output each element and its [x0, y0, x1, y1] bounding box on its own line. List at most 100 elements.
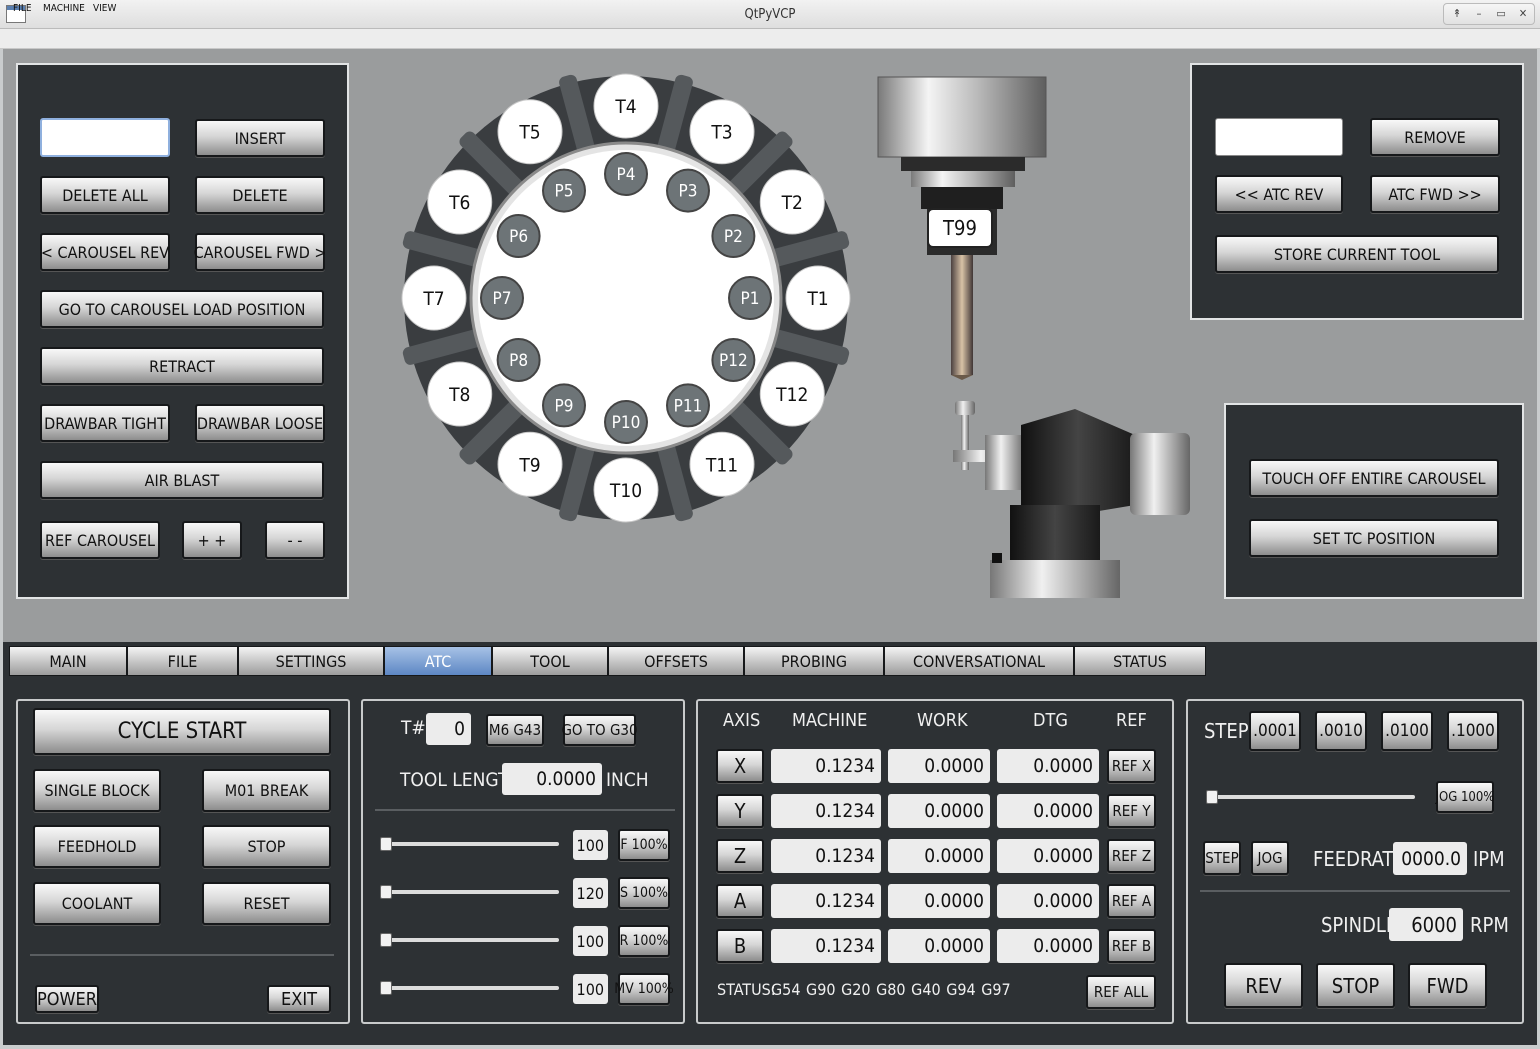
tab-atc[interactable]: ATC: [384, 646, 492, 676]
max-velocity-track[interactable]: [385, 986, 559, 990]
retract-button[interactable]: RETRACT: [40, 347, 324, 385]
work-pos-b: 0.0000: [888, 929, 990, 963]
axis-b-button[interactable]: B: [716, 929, 764, 963]
axis-z-button[interactable]: Z: [716, 839, 764, 873]
feed-override-slider[interactable]: [380, 837, 392, 851]
ref-x-button[interactable]: REF X: [1107, 749, 1156, 783]
spindle-override-track[interactable]: [385, 890, 559, 894]
carousel-tool-label: T8: [448, 384, 470, 406]
carousel-tool-label: T5: [518, 122, 540, 144]
delete-all-button[interactable]: DELETE ALL: [40, 176, 170, 214]
insert-button[interactable]: INSERT: [195, 119, 325, 157]
carousel-plus-button[interactable]: + +: [182, 521, 242, 559]
feedrate-input[interactable]: 0000.0: [1393, 842, 1467, 875]
menu-file[interactable]: FILE: [13, 3, 32, 14]
m6-g43-button[interactable]: M6 G43: [486, 714, 544, 746]
step-0010-button[interactable]: .0010: [1315, 711, 1367, 751]
max-velocity-slider[interactable]: [380, 981, 392, 995]
tool-number-label: T#: [401, 717, 426, 739]
tab-offsets[interactable]: OFFSETS: [608, 646, 744, 676]
rapid-override-track[interactable]: [385, 938, 559, 942]
minimize-icon[interactable]: –: [1471, 6, 1487, 22]
tab-probing[interactable]: PROBING: [744, 646, 884, 676]
machine-pos-y: 0.1234: [771, 794, 881, 828]
jog-100-button[interactable]: JOG 100%: [1436, 781, 1494, 813]
menu-view[interactable]: VIEW: [93, 3, 116, 14]
machine-pos-x: 0.1234: [771, 749, 881, 783]
axis-x-button[interactable]: X: [716, 749, 764, 783]
carousel-tool-label: T2: [781, 192, 803, 214]
max-velocity-reset-button[interactable]: MV 100%: [614, 973, 674, 1005]
tool-number-input[interactable]: 0: [426, 713, 471, 745]
touch-off-carousel-button[interactable]: TOUCH OFF ENTIRE CAROUSEL: [1249, 459, 1499, 497]
delete-button[interactable]: DELETE: [195, 176, 325, 214]
status-label: STATUS:: [717, 980, 776, 999]
step-mode-button[interactable]: STEP: [1203, 841, 1241, 875]
feed-override-reset-button[interactable]: F 100%: [618, 829, 670, 861]
carousel-tool-label: T1: [806, 288, 828, 310]
spindle-stop-button[interactable]: STOP: [1316, 963, 1395, 1008]
spindle-rev-button[interactable]: REV: [1224, 963, 1303, 1008]
ref-y-button[interactable]: REF Y: [1107, 794, 1156, 828]
power-button[interactable]: POWER: [35, 985, 99, 1013]
spindle-override-reset-button[interactable]: S 100%: [618, 877, 670, 909]
single-block-button[interactable]: SINGLE BLOCK: [33, 769, 161, 812]
tab-settings[interactable]: SETTINGS: [238, 646, 384, 676]
ref-a-button[interactable]: REF A: [1107, 884, 1156, 918]
feedrate-unit: IPM: [1473, 847, 1505, 871]
tab-file[interactable]: FILE: [127, 646, 238, 676]
dtg-b: 0.0000: [997, 929, 1099, 963]
step-0001-button[interactable]: .0001: [1249, 711, 1301, 751]
store-current-tool-button[interactable]: STORE CURRENT TOOL: [1215, 235, 1499, 273]
set-tc-position-button[interactable]: SET TC POSITION: [1249, 519, 1499, 557]
dro-header-ref: REF: [1116, 710, 1147, 731]
atc-fwd-button[interactable]: ATC FWD >>: [1370, 175, 1500, 213]
dro-header-axis: AXIS: [723, 710, 761, 731]
jog-speed-slider[interactable]: [1206, 790, 1218, 804]
tab-main[interactable]: MAIN: [9, 646, 127, 676]
coolant-button[interactable]: COOLANT: [33, 882, 161, 925]
remove-button[interactable]: REMOVE: [1370, 118, 1500, 156]
carousel-rev-button[interactable]: < CAROUSEL REV: [40, 233, 170, 271]
stop-button[interactable]: STOP: [202, 825, 331, 868]
menu-machine[interactable]: MACHINE: [43, 3, 85, 14]
axis-y-button[interactable]: Y: [716, 794, 764, 828]
exit-button[interactable]: EXIT: [267, 985, 331, 1013]
feedhold-button[interactable]: FEEDHOLD: [33, 825, 161, 868]
remove-tool-input[interactable]: [1215, 118, 1343, 156]
drawbar-loose-button[interactable]: DRAWBAR LOOSE: [195, 404, 325, 442]
reset-button[interactable]: RESET: [202, 882, 331, 925]
keep-above-icon[interactable]: ↟: [1449, 6, 1465, 22]
insert-tool-input[interactable]: [40, 118, 170, 157]
tab-status[interactable]: STATUS: [1074, 646, 1206, 676]
m01-break-button[interactable]: M01 BREAK: [202, 769, 331, 812]
tab-tool[interactable]: TOOL: [492, 646, 608, 676]
maximize-icon[interactable]: ▭: [1493, 6, 1509, 22]
ref-z-button[interactable]: REF Z: [1107, 839, 1156, 873]
rapid-override-reset-button[interactable]: R 100%: [618, 925, 670, 957]
spindle-fwd-button[interactable]: FWD: [1408, 963, 1487, 1008]
go-to-g30-button[interactable]: GO TO G30: [561, 714, 638, 746]
atc-rev-button[interactable]: << ATC REV: [1215, 175, 1343, 213]
ref-b-button[interactable]: REF B: [1107, 929, 1156, 963]
rapid-override-slider[interactable]: [380, 933, 392, 947]
step-1000-button[interactable]: .1000: [1447, 711, 1499, 751]
jog-mode-button[interactable]: JOG: [1251, 841, 1289, 875]
ref-all-button[interactable]: REF ALL: [1086, 975, 1156, 1009]
tab-conversational[interactable]: CONVERSATIONAL: [884, 646, 1074, 676]
carousel-fwd-button[interactable]: CAROUSEL FWD >: [194, 233, 326, 271]
cycle-start-button[interactable]: CYCLE START: [33, 708, 331, 755]
spindle-speed-input[interactable]: 6000: [1389, 908, 1463, 941]
jog-speed-track[interactable]: [1210, 795, 1415, 799]
axis-a-button[interactable]: A: [716, 884, 764, 918]
spindle-override-slider[interactable]: [380, 885, 392, 899]
carousel-load-position-button[interactable]: GO TO CAROUSEL LOAD POSITION: [40, 290, 324, 328]
step-0100-button[interactable]: .0100: [1381, 711, 1433, 751]
carousel-minus-button[interactable]: - -: [265, 521, 325, 559]
feed-override-track[interactable]: [385, 842, 559, 846]
tool-carousel-graphic: T1 T2 T3 T4 T5 T6 T7 T8 T9 T10 T11 T12 P1 P2 P3 P4 P5 P6…: [401, 73, 851, 523]
ref-carousel-button[interactable]: REF CAROUSEL: [40, 521, 160, 559]
drawbar-tight-button[interactable]: DRAWBAR TIGHT: [40, 404, 170, 442]
air-blast-button[interactable]: AIR BLAST: [40, 461, 324, 499]
close-icon[interactable]: ✕: [1515, 6, 1531, 22]
